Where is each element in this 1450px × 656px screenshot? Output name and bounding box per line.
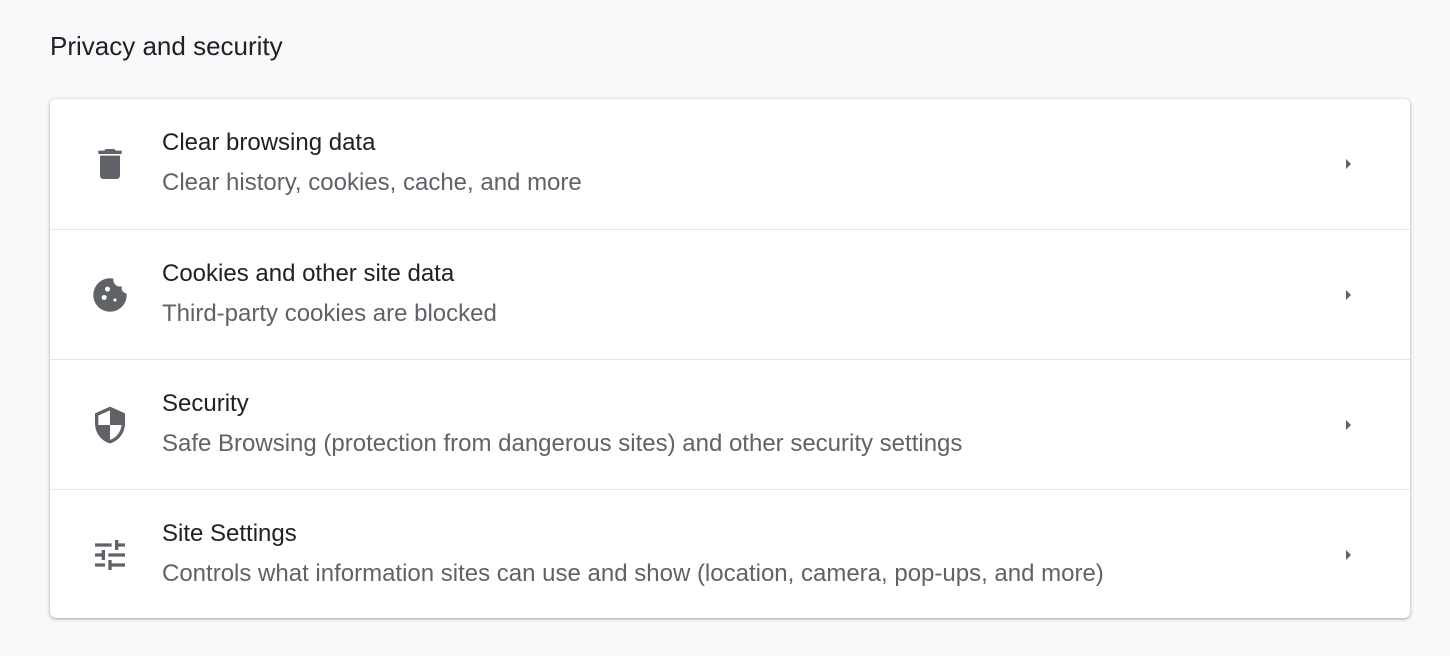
cookies-and-site-data-row[interactable]: Cookies and other site data Third-party … [50, 229, 1410, 359]
shield-icon [90, 405, 130, 445]
privacy-settings-card: Clear browsing data Clear history, cooki… [50, 99, 1410, 618]
row-title: Clear browsing data [162, 129, 376, 156]
trash-icon [90, 144, 130, 184]
arrow-right-icon[interactable] [1336, 543, 1360, 567]
row-title: Cookies and other site data [162, 260, 455, 287]
row-subtitle: Clear history, cookies, cache, and more [162, 169, 582, 196]
cookie-icon [90, 275, 130, 315]
arrow-right-icon[interactable] [1336, 283, 1360, 307]
arrow-right-icon[interactable] [1336, 152, 1360, 176]
clear-browsing-data-row[interactable]: Clear browsing data Clear history, cooki… [50, 99, 1410, 229]
row-title: Site Settings [162, 520, 297, 547]
row-title: Security [162, 390, 249, 417]
row-subtitle: Controls what information sites can use … [162, 560, 1104, 587]
row-subtitle: Third-party cookies are blocked [162, 300, 497, 327]
tune-icon [90, 535, 130, 575]
arrow-right-icon[interactable] [1336, 413, 1360, 437]
site-settings-row[interactable]: Site Settings Controls what information … [50, 489, 1410, 618]
row-subtitle: Safe Browsing (protection from dangerous… [162, 430, 963, 457]
section-title: Privacy and security [50, 31, 283, 61]
security-row[interactable]: Security Safe Browsing (protection from … [50, 359, 1410, 489]
